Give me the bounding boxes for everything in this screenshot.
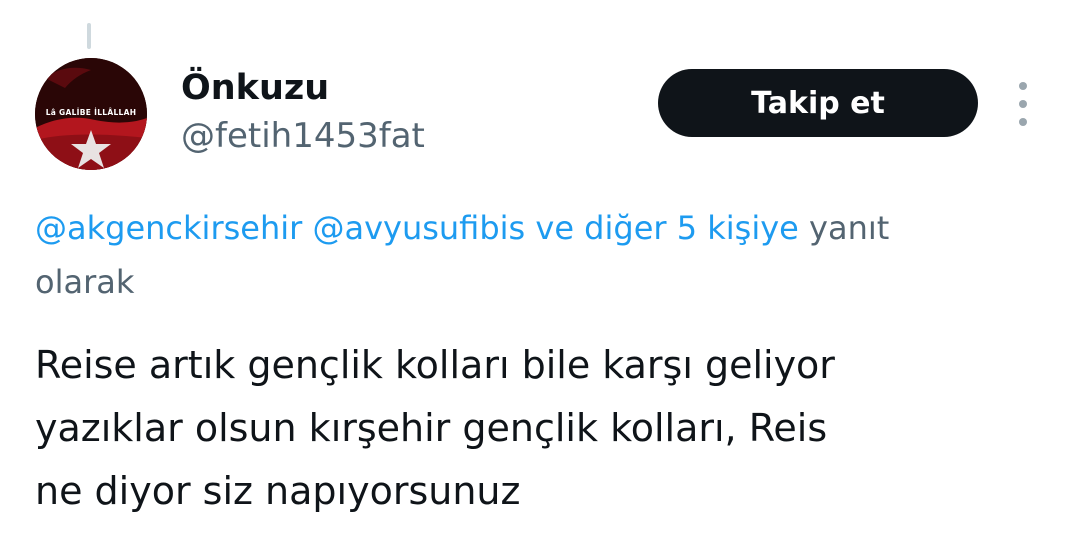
tweet-line: yazıklar olsun kırşehir gençlik kolları,… [35, 406, 828, 450]
tweet-text: Reise artık gençlik kolları bile karşı g… [35, 334, 1055, 523]
others-link[interactable]: ve diğer 5 kişiye [535, 209, 798, 247]
thread-connector-line [87, 23, 91, 49]
tweet-line: ne diyor siz napıyorsunuz [35, 469, 521, 513]
reply-suffix: yanıt [809, 209, 890, 247]
mention-link[interactable]: @akgenckirsehir [35, 209, 302, 247]
follow-button[interactable]: Takip et [658, 69, 978, 137]
more-dot [1019, 82, 1027, 90]
reply-suffix-line2: olarak [35, 263, 135, 301]
display-name[interactable]: Önkuzu [181, 68, 329, 108]
avatar-caption: Lâ GALİBE İLLÂLLAH [45, 108, 137, 117]
more-dot [1019, 100, 1027, 108]
avatar[interactable]: Lâ GALİBE İLLÂLLAH [35, 58, 147, 170]
more-vertical-icon[interactable] [1006, 82, 1040, 126]
user-handle[interactable]: @fetih1453fat [181, 116, 425, 156]
mention-link[interactable]: @avyusufibis [312, 209, 525, 247]
tweet-line: Reise artık gençlik kolları bile karşı g… [35, 343, 835, 387]
reply-context: @akgenckirsehir @avyusufibis ve diğer 5 … [35, 201, 1055, 309]
more-dot [1019, 118, 1027, 126]
